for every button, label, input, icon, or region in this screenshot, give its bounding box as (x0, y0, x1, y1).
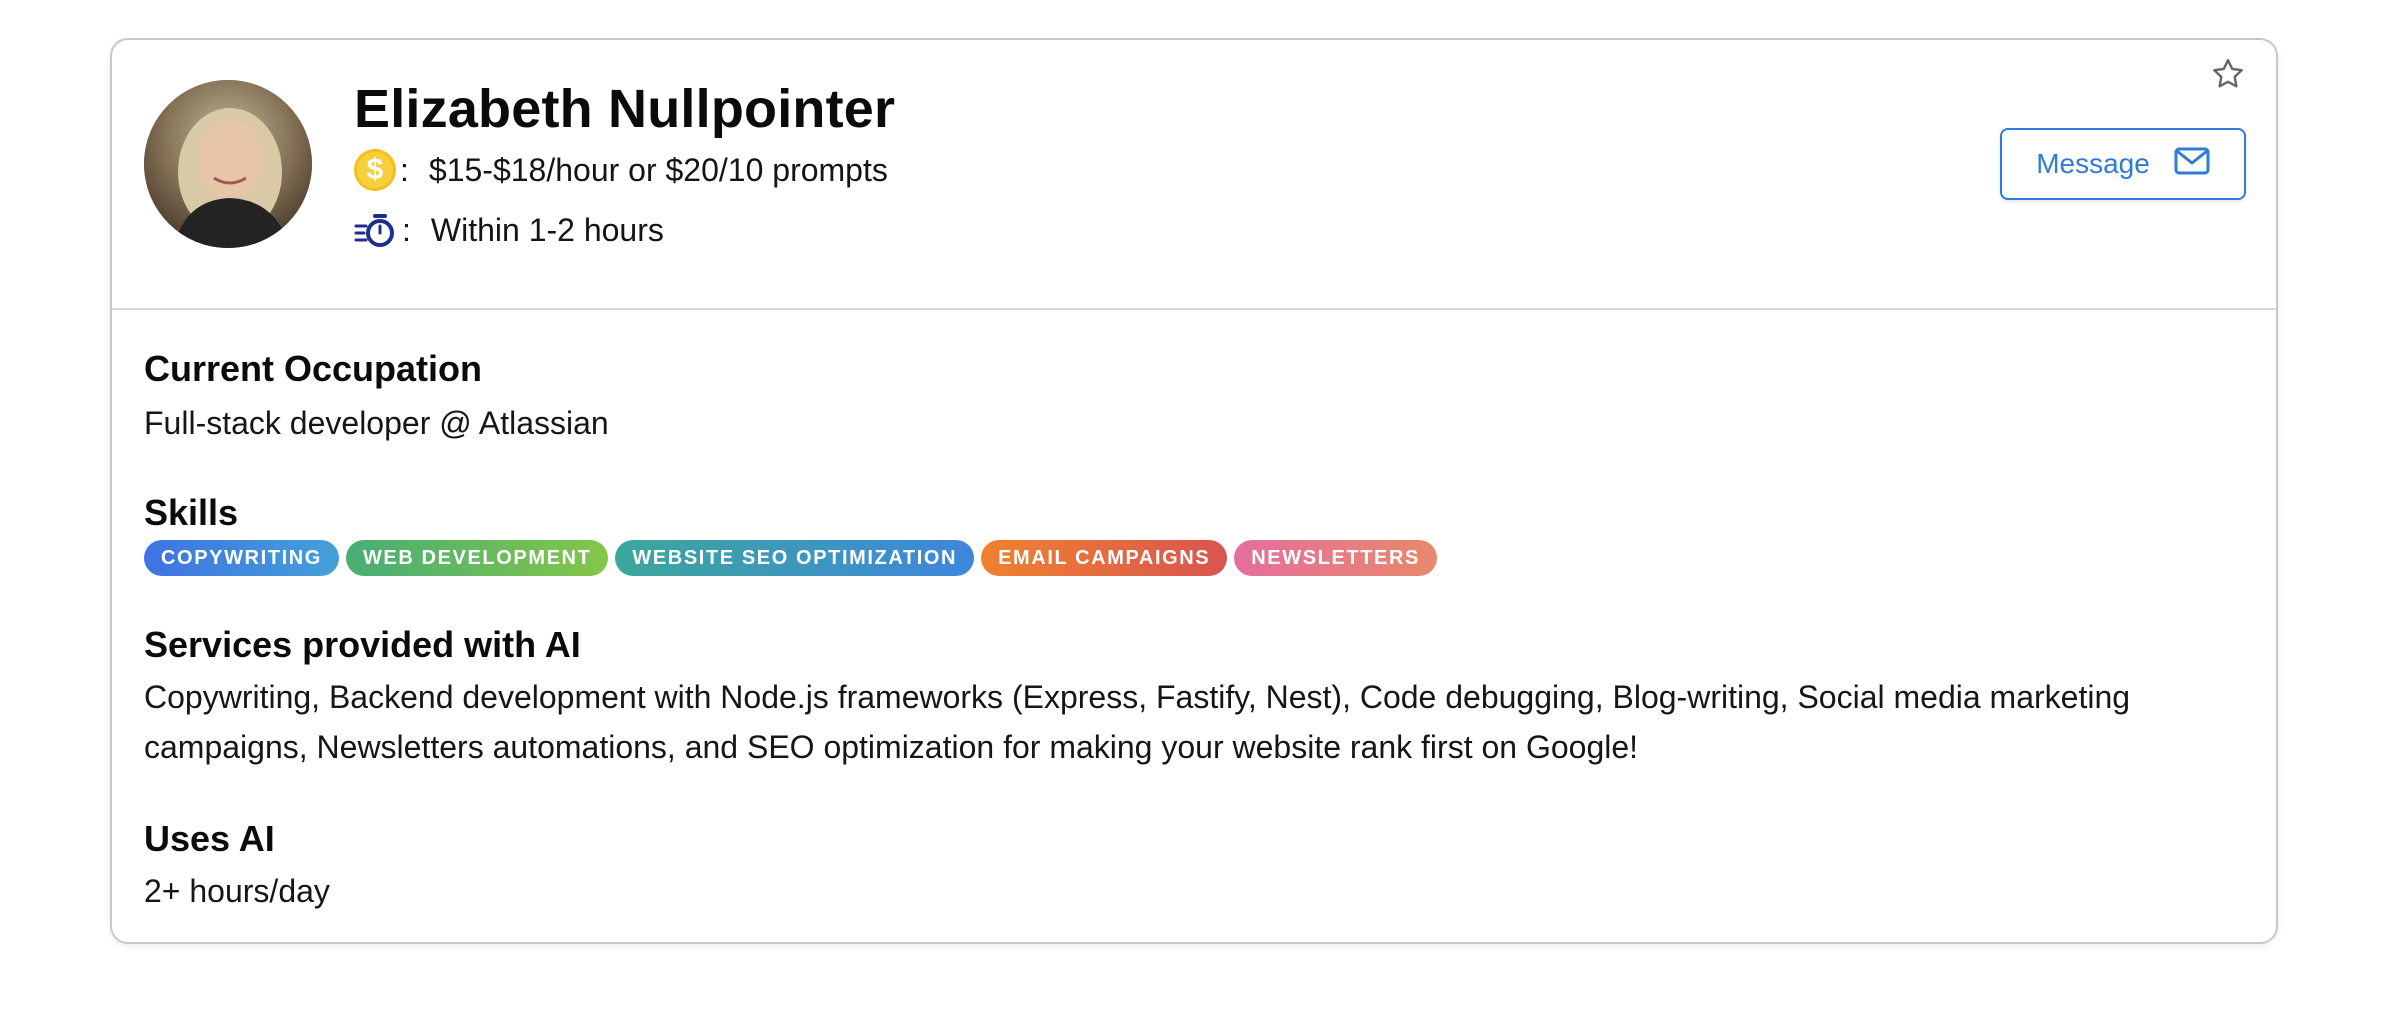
services-line-1: Copywriting, Backend development with No… (144, 679, 2131, 715)
rate-colon: : (400, 151, 409, 188)
response-colon: : (402, 211, 411, 248)
timer-icon (354, 208, 398, 252)
response-time-text: Within 1-2 hours (430, 211, 664, 248)
star-icon[interactable] (2210, 56, 2246, 92)
avatar (144, 80, 312, 248)
skill-chip: WEBSITE SEO OPTIMIZATION (615, 540, 975, 576)
occupation-title: Current Occupation (144, 348, 483, 389)
skills-list: COPYWRITING WEB DEVELOPMENT WEBSITE SEO … (144, 540, 1437, 576)
dollar-coin-icon: $ (354, 149, 396, 191)
rate-text: $15-$18/hour or $20/10 prompts (428, 151, 888, 188)
header-divider (112, 308, 2276, 310)
skills-title: Skills (144, 492, 239, 533)
services-title: Services provided with AI (144, 624, 581, 665)
profile-card: Elizabeth Nullpointer $ : $15-$18/hour o… (110, 38, 2278, 944)
skill-chip: COPYWRITING (144, 540, 339, 576)
skill-chip: WEB DEVELOPMENT (345, 540, 609, 576)
ai-usage-value: 2+ hours/day (144, 873, 330, 909)
occupation-value: Full-stack developer @ Atlassian (144, 405, 609, 441)
message-button[interactable]: Message (2000, 128, 2246, 200)
mail-icon (2174, 147, 2210, 182)
rate-row: $ : $15-$18/hour or $20/10 prompts (354, 146, 888, 194)
message-label: Message (2036, 148, 2150, 179)
services-line-2: campaigns, Newsletters automations, and … (144, 729, 1639, 765)
profile-header: Elizabeth Nullpointer $ : $15-$18/hour o… (112, 40, 2276, 310)
profile-name: Elizabeth Nullpointer (354, 79, 896, 139)
response-time-row: : Within 1-2 hours (354, 206, 664, 254)
ai-usage-title: Uses AI (144, 818, 275, 859)
skill-chip: EMAIL CAMPAIGNS (981, 540, 1228, 576)
skill-chip: NEWSLETTERS (1234, 540, 1437, 576)
